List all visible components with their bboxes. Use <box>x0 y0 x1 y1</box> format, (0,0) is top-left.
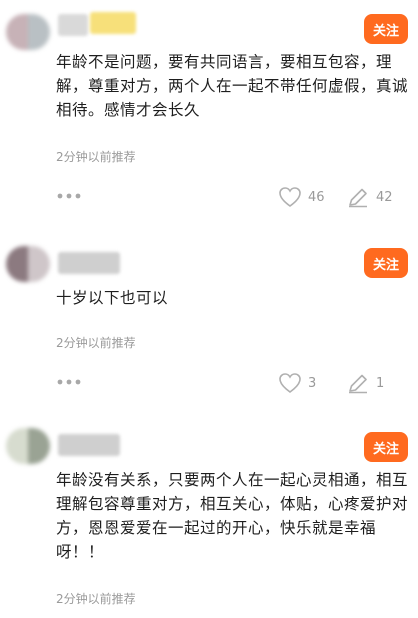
reply-button[interactable]: 1 <box>346 371 406 395</box>
comment-text: 年龄不是问题，要有共同语言，要相互包容，理解，尊重对方，两个人在一起不带任何虚假… <box>56 53 409 119</box>
heart-icon <box>279 187 301 207</box>
comment-actions: 46 42 <box>0 185 418 209</box>
like-button[interactable]: 3 <box>278 371 338 395</box>
comment-text: 十岁以下也可以 <box>56 289 169 307</box>
comment-timestamp: 2分钟以前推荐 <box>56 336 136 350</box>
comment-timestamp: 2分钟以前推荐 <box>56 150 136 164</box>
more-dots-icon[interactable] <box>56 377 84 387</box>
username-redacted[interactable] <box>90 12 136 34</box>
heart-icon <box>279 373 301 393</box>
pen-icon <box>349 188 367 208</box>
username-redacted[interactable] <box>58 14 88 36</box>
reply-count: 1 <box>376 375 385 391</box>
pen-icon <box>349 374 367 394</box>
comment-item: 关注 年龄没有关系，只要两个人在一起心灵相通，相互理解包容尊重对方，相互关心，体… <box>0 410 418 618</box>
like-count: 3 <box>308 375 317 391</box>
comment-actions: 3 1 <box>0 371 418 395</box>
more-dots-icon[interactable] <box>56 191 84 201</box>
avatar[interactable] <box>6 428 50 464</box>
like-button[interactable]: 46 <box>278 185 338 209</box>
follow-button[interactable]: 关注 <box>364 14 408 44</box>
follow-button[interactable]: 关注 <box>364 248 408 278</box>
username-redacted[interactable] <box>58 252 120 274</box>
comment-item: 关注 十岁以下也可以 2分钟以前推荐 3 1 <box>0 220 418 410</box>
reply-button[interactable]: 42 <box>346 185 406 209</box>
like-count: 46 <box>308 189 325 205</box>
comment-item: 关注 年龄不是问题，要有共同语言，要相互包容，理解，尊重对方，两个人在一起不带任… <box>0 0 418 220</box>
reply-count: 42 <box>376 189 393 205</box>
avatar[interactable] <box>6 14 50 50</box>
comment-text: 年龄没有关系，只要两个人在一起心灵相通，相互理解包容尊重对方，相互关心，体贴，心… <box>56 471 409 561</box>
username-redacted[interactable] <box>58 434 120 456</box>
comment-timestamp: 2分钟以前推荐 <box>56 592 136 606</box>
avatar[interactable] <box>6 246 50 282</box>
follow-button[interactable]: 关注 <box>364 432 408 462</box>
